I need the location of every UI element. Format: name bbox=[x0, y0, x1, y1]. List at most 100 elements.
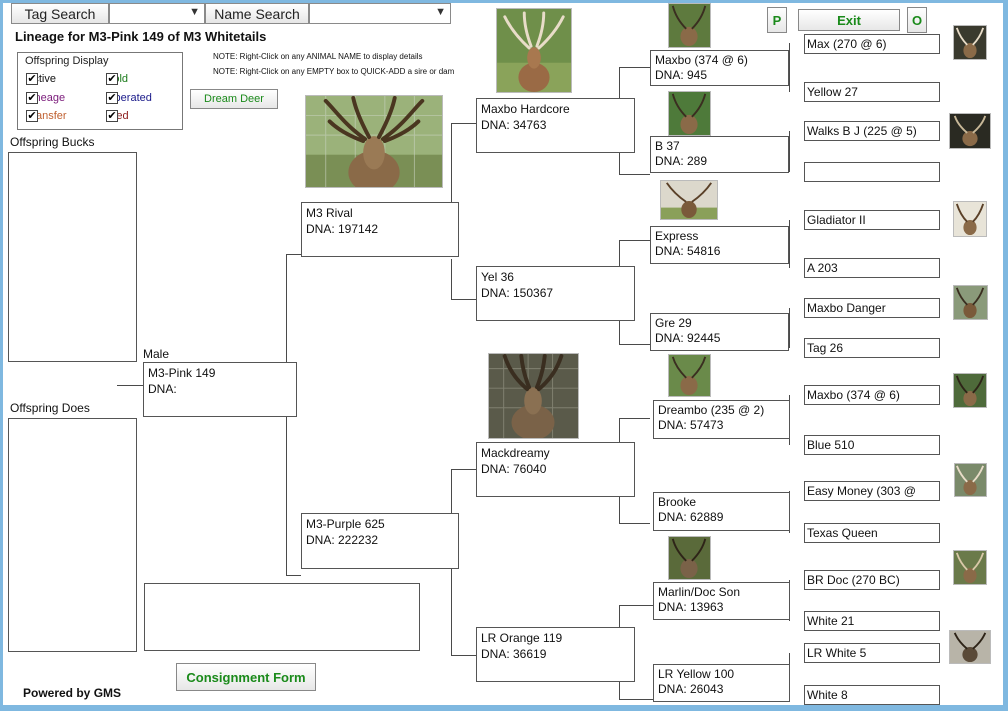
chevron-down-icon: ▼ bbox=[189, 6, 200, 18]
grand-dam-maternal-node[interactable]: LR Orange 119 DNA: 36619 bbox=[476, 627, 635, 682]
animal-dna: DNA: 197142 bbox=[306, 222, 379, 236]
dam-node[interactable]: M3-Purple 625 DNA: 222232 bbox=[301, 513, 459, 569]
exit-button[interactable]: Exit bbox=[798, 9, 900, 31]
subject-node[interactable]: M3-Pink 149 DNA: bbox=[143, 362, 297, 417]
sire-photo[interactable] bbox=[305, 95, 443, 188]
animal-dna: DNA: 54816 bbox=[655, 244, 721, 258]
lr-white-5-thumbnail[interactable] bbox=[949, 630, 991, 664]
notes-box[interactable] bbox=[144, 583, 420, 651]
gen4-slot-empty[interactable] bbox=[804, 162, 940, 182]
gen4-slot[interactable]: LR White 5 bbox=[804, 643, 940, 663]
offspring-bucks-label: Offspring Bucks bbox=[10, 135, 95, 149]
maxbo-hardcore-photo[interactable] bbox=[496, 8, 572, 93]
connector-line bbox=[619, 321, 620, 344]
b37-thumbnail[interactable] bbox=[668, 91, 711, 136]
offspring-does-list[interactable] bbox=[8, 418, 137, 652]
checkmark-icon: ✔ bbox=[26, 92, 38, 104]
tag-search-select[interactable]: ▼ bbox=[109, 3, 205, 24]
lineage-checkbox[interactable]: ✔ Lineage bbox=[26, 92, 65, 104]
gen3-node[interactable]: Gre 29 DNA: 92445 bbox=[650, 313, 789, 351]
maxbo-thumbnail[interactable] bbox=[668, 3, 711, 48]
gen4-slot[interactable]: White 8 bbox=[804, 685, 940, 705]
mackdreamy-photo[interactable] bbox=[488, 353, 579, 439]
gen3-node[interactable]: Brooke DNA: 62889 bbox=[653, 492, 790, 531]
dreambo-thumbnail[interactable] bbox=[668, 354, 711, 397]
easy-money-thumbnail[interactable] bbox=[954, 463, 987, 497]
express-thumbnail[interactable] bbox=[660, 180, 718, 220]
animal-name: Yel 36 bbox=[481, 270, 514, 284]
gen4-slot[interactable]: Easy Money (303 @ bbox=[804, 481, 940, 501]
animal-name: M3 Rival bbox=[306, 206, 353, 220]
gen4-slot[interactable]: BR Doc (270 BC) bbox=[804, 570, 940, 590]
maxbo-danger-thumbnail[interactable] bbox=[953, 285, 988, 320]
gladiator-thumbnail[interactable] bbox=[953, 201, 987, 237]
checkmark-icon: ✔ bbox=[26, 110, 38, 122]
gen4-slot[interactable]: Tag 26 bbox=[804, 338, 940, 358]
active-checkbox[interactable]: ✔ Active bbox=[26, 73, 56, 85]
gen3-node[interactable]: Maxbo (374 @ 6) DNA: 945 bbox=[650, 50, 789, 86]
gen3-node[interactable]: Express DNA: 54816 bbox=[650, 226, 789, 264]
connector-line bbox=[789, 220, 790, 268]
gen4-slot[interactable]: Yellow 27 bbox=[804, 82, 940, 102]
connector-line bbox=[451, 655, 476, 656]
gen4-slot[interactable]: Maxbo Danger bbox=[804, 298, 940, 318]
dream-deer-button[interactable]: Dream Deer bbox=[190, 89, 278, 109]
animal-name: Gre 29 bbox=[655, 316, 692, 330]
p-button[interactable]: P bbox=[767, 7, 787, 33]
gen3-node[interactable]: Dreambo (235 @ 2) DNA: 57473 bbox=[653, 400, 790, 439]
page-title: Lineage for M3-Pink 149 of M3 Whitetails bbox=[15, 29, 267, 44]
gen4-slot[interactable]: Max (270 @ 6) bbox=[804, 34, 940, 54]
checkmark-icon: ✔ bbox=[26, 73, 38, 85]
lineage-window: Tag Search ▼ Name Search ▼ P Exit O Line… bbox=[3, 3, 1003, 705]
connector-line bbox=[619, 153, 620, 174]
marlin-doc-son-thumbnail[interactable] bbox=[668, 536, 711, 580]
animal-name: LR Yellow 100 bbox=[658, 667, 735, 681]
gen4-slot[interactable]: Texas Queen bbox=[804, 523, 940, 543]
offspring-bucks-list[interactable] bbox=[8, 152, 137, 362]
br-doc-thumbnail[interactable] bbox=[953, 550, 987, 585]
name-search-select[interactable]: ▼ bbox=[309, 3, 451, 24]
subject-name: M3-Pink 149 bbox=[148, 366, 216, 380]
gen3-node[interactable]: B 37 DNA: 289 bbox=[650, 136, 789, 173]
checkmark-icon: ✔ bbox=[106, 73, 118, 85]
offspring-does-label: Offspring Does bbox=[10, 401, 90, 415]
o-button[interactable]: O bbox=[907, 7, 927, 33]
animal-dna: DNA: 92445 bbox=[655, 331, 721, 345]
transfer-checkbox[interactable]: ✔ Transfer bbox=[26, 110, 67, 122]
note-right-click-name: NOTE: Right-Click on any ANIMAL NAME to … bbox=[213, 52, 423, 61]
animal-name: LR Orange 119 bbox=[481, 631, 563, 645]
connector-line bbox=[619, 67, 620, 98]
animal-dna: DNA: 57473 bbox=[658, 418, 724, 432]
gen4-slot[interactable]: Gladiator II bbox=[804, 210, 940, 230]
grand-sire-paternal-node[interactable]: Maxbo Hardcore DNA: 34763 bbox=[476, 98, 635, 153]
animal-dna: DNA: 62889 bbox=[658, 510, 724, 524]
grand-dam-paternal-node[interactable]: Yel 36 DNA: 150367 bbox=[476, 266, 635, 321]
animal-name: Marlin/Doc Son bbox=[658, 585, 741, 599]
gen4-slot[interactable]: A 203 bbox=[804, 258, 940, 278]
subject-dna: DNA: bbox=[148, 382, 177, 396]
walks-bj-thumbnail[interactable] bbox=[949, 113, 991, 149]
connector-line bbox=[117, 385, 143, 386]
liberated-checkbox[interactable]: ✔ Liberated bbox=[106, 92, 152, 104]
maxbo-374-thumbnail[interactable] bbox=[953, 373, 987, 408]
connector-line bbox=[451, 469, 452, 513]
grand-sire-maternal-node[interactable]: Mackdreamy DNA: 76040 bbox=[476, 442, 635, 497]
consignment-form-button[interactable]: Consignment Form bbox=[176, 663, 316, 691]
connector-line bbox=[789, 131, 790, 172]
gen4-slot[interactable]: Walks B J (225 @ 5) bbox=[804, 121, 940, 141]
sire-node[interactable]: M3 Rival DNA: 197142 bbox=[301, 202, 459, 257]
connector-line bbox=[619, 67, 650, 68]
died-checkbox[interactable]: ✔Died bbox=[106, 110, 129, 122]
gen3-node[interactable]: Marlin/Doc Son DNA: 13963 bbox=[653, 582, 790, 620]
animal-name: Maxbo Hardcore bbox=[481, 102, 570, 116]
connector-line bbox=[789, 308, 790, 348]
connector-line bbox=[286, 254, 287, 362]
gen4-slot[interactable]: White 21 bbox=[804, 611, 940, 631]
gen4-slot[interactable]: Maxbo (374 @ 6) bbox=[804, 385, 940, 405]
connector-line bbox=[789, 43, 790, 92]
gen3-node[interactable]: LR Yellow 100 DNA: 26043 bbox=[653, 664, 790, 702]
sold-checkbox[interactable]: ✔Sold bbox=[106, 73, 128, 85]
max-thumbnail[interactable] bbox=[953, 25, 987, 60]
animal-name: Express bbox=[655, 229, 699, 243]
gen4-slot[interactable]: Blue 510 bbox=[804, 435, 940, 455]
